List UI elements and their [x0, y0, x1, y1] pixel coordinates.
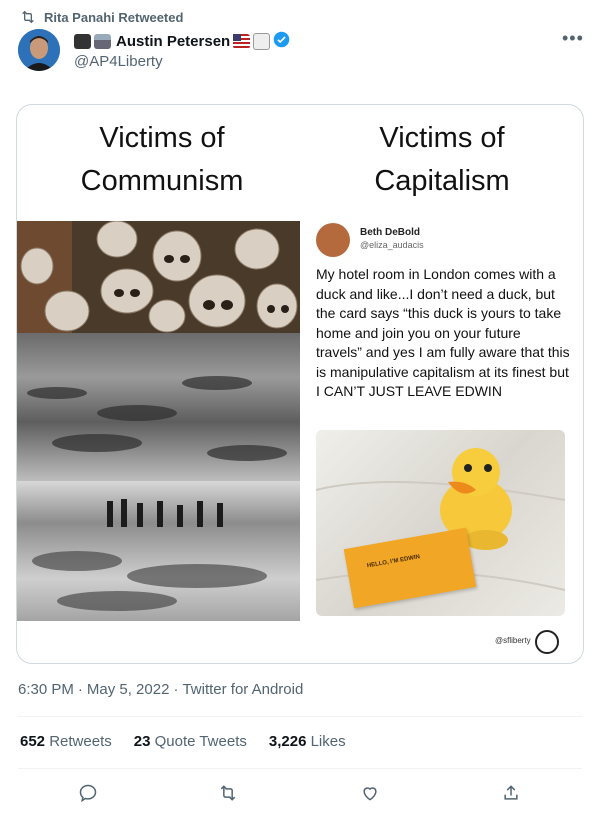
tweet-time[interactable]: 6:30 PM — [18, 681, 74, 698]
tweet-date[interactable]: May 5, 2022 — [87, 681, 170, 698]
left-heading: Victims of Communism — [80, 122, 244, 197]
retweet-notice[interactable]: Rita Panahi Retweeted — [20, 8, 183, 26]
watermark: @sfliberty — [495, 636, 531, 645]
verified-badge-icon — [273, 31, 290, 52]
right-heading: Victims of Capitalism — [374, 122, 510, 197]
more-options-icon[interactable]: ••• — [562, 28, 584, 49]
tweet-stats: 652 Retweets 23 Quote Tweets 3,226 Likes — [20, 733, 346, 750]
author-name: Austin Petersen — [116, 33, 231, 50]
watermark-logo-icon — [535, 630, 559, 654]
quote-tweets-stat[interactable]: 23 Quote Tweets — [134, 733, 247, 750]
like-icon[interactable] — [356, 779, 384, 807]
embedded-avatar — [316, 223, 350, 257]
embedded-handle: @eliza_audacis — [360, 240, 424, 250]
author-name-row[interactable]: Austin Petersen — [74, 31, 290, 52]
author-handle[interactable]: @AP4Liberty — [74, 53, 163, 70]
embedded-name: Beth DeBold — [360, 227, 420, 238]
skulls-photo — [17, 221, 300, 333]
retweet-icon — [22, 10, 34, 24]
ninja-emoji-icon — [74, 34, 91, 49]
retweets-stat[interactable]: 652 Retweets — [20, 733, 112, 750]
retweet-notice-label: Rita Panahi Retweeted — [44, 9, 184, 25]
martial-arts-uniform-icon — [253, 33, 271, 50]
tweet-source[interactable]: Twitter for Android — [182, 681, 303, 698]
tweet-meta: 6:30 PM · May 5, 2022 · Twitter for Andr… — [18, 681, 304, 698]
divider — [18, 768, 582, 769]
divider — [18, 716, 582, 717]
tweet-media[interactable]: Victims of Communism Victims of Capitali… — [16, 104, 584, 664]
likes-stat[interactable]: 3,226 Likes — [269, 733, 346, 750]
mass-grave-photo-2 — [17, 481, 300, 621]
mountain-emoji-icon — [94, 34, 111, 49]
embedded-text: My hotel room in London comes with a duc… — [316, 266, 570, 399]
share-icon[interactable] — [497, 779, 525, 807]
reply-icon[interactable] — [74, 779, 102, 807]
avatar[interactable] — [18, 29, 60, 71]
edwin-card-text: HELLO, I’M EDWIN — [366, 554, 421, 570]
retweet-action-icon[interactable] — [214, 779, 242, 807]
mass-grave-photo-1 — [17, 333, 300, 481]
tweet-actions — [0, 779, 598, 807]
us-flag-icon — [233, 34, 251, 49]
duck-photo: HELLO, I’M EDWIN — [316, 430, 565, 616]
